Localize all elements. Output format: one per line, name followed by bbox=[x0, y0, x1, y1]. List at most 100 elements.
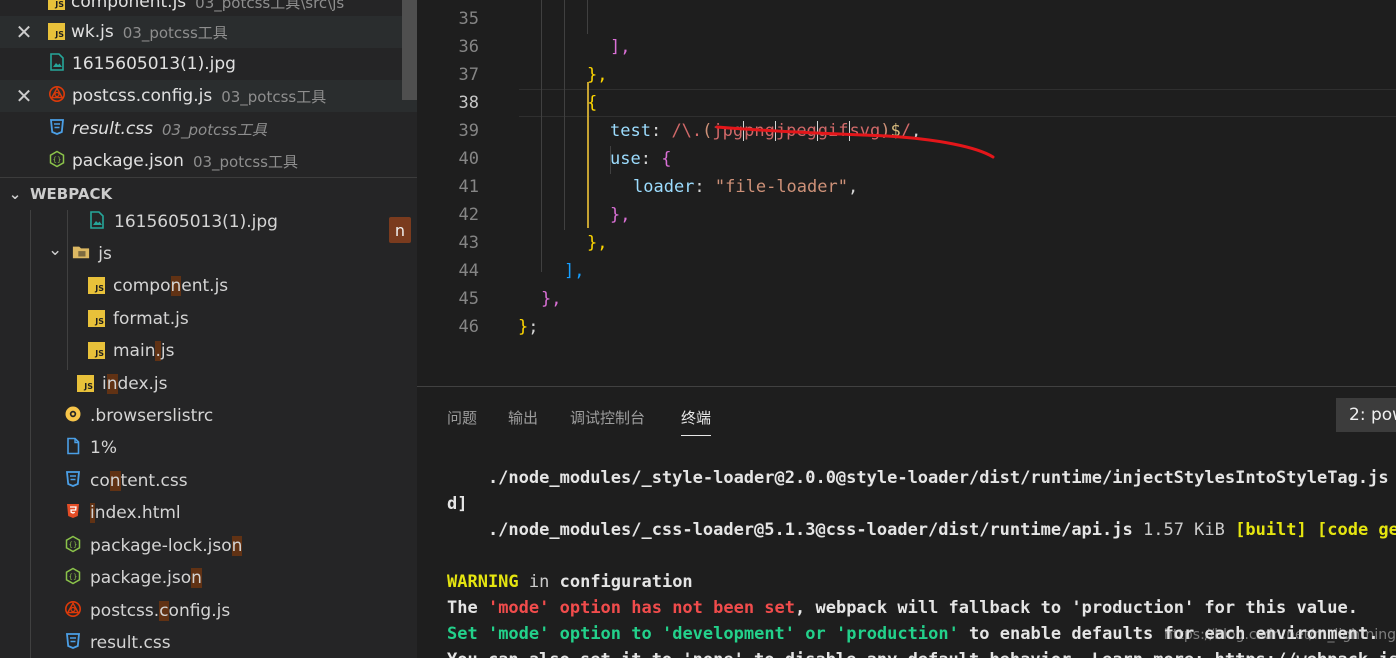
tree-item[interactable]: index.html bbox=[64, 497, 181, 529]
terminal-text: 'mode' bbox=[487, 598, 550, 618]
json-icon: {} bbox=[64, 535, 82, 558]
indent-guide bbox=[67, 210, 68, 370]
js-icon: JS bbox=[88, 309, 105, 329]
vscode-window: JS component.js 03_potcss工具\src\js ✕ JS wk.js… bbox=[0, 0, 1396, 658]
terminal-text: ./node_modules/_css-loader@5.1.3@css-loa… bbox=[447, 520, 1133, 540]
file-icon bbox=[64, 437, 82, 460]
close-icon[interactable]: ✕ bbox=[0, 20, 38, 44]
open-editor-filename: package.json bbox=[72, 151, 184, 171]
explorer-sidebar: JS component.js 03_potcss工具\src\js ✕ JS wk.js… bbox=[0, 0, 417, 658]
tab-problems[interactable]: 问题 bbox=[447, 407, 477, 435]
terminal-text: configuration bbox=[559, 572, 693, 592]
svg-text:{}: {} bbox=[69, 541, 78, 549]
open-editor-item[interactable]: ✕ JS wk.js 03_potcss工具 bbox=[0, 16, 417, 48]
image-icon bbox=[48, 52, 66, 76]
tree-item[interactable]: JS index.js bbox=[77, 368, 168, 400]
tree-item[interactable]: .browserslistrc bbox=[64, 400, 213, 432]
terminal-text: or bbox=[795, 624, 836, 644]
red-annotation-stroke bbox=[715, 125, 995, 159]
js-icon: JS bbox=[88, 341, 105, 361]
open-editor-path: 03_potcss工具 bbox=[192, 152, 298, 171]
chevron-down-icon: ⌄ bbox=[8, 185, 22, 203]
terminal-text: 1.57 KiB bbox=[1132, 520, 1236, 540]
open-editor-filename: 1615605013(1).jpg bbox=[72, 54, 236, 74]
terminal-select[interactable]: 2: powershell bbox=[1336, 398, 1396, 432]
tab-output[interactable]: 输出 bbox=[508, 407, 538, 435]
open-editor-filename: wk.js bbox=[71, 22, 114, 42]
tree-item-label: package.json bbox=[90, 568, 202, 588]
git-status-badge: n bbox=[389, 217, 411, 243]
tree-item[interactable]: result.css bbox=[64, 627, 171, 658]
terminal-text: WARNING bbox=[447, 572, 519, 592]
tree-item[interactable]: 1615605013(1).jpg bbox=[88, 206, 278, 238]
terminal-text: option to bbox=[549, 624, 662, 644]
tree-item[interactable]: JS main.js bbox=[88, 335, 174, 367]
tree-item-label: index.js bbox=[102, 374, 168, 394]
json-icon: {} bbox=[64, 567, 82, 590]
html-icon bbox=[64, 502, 82, 525]
terminal-output[interactable]: ./node_modules/_style-loader@2.0.0@style… bbox=[447, 465, 1396, 658]
open-editor-item[interactable]: {} package.json 03_potcss工具 bbox=[0, 145, 417, 177]
tree-item[interactable]: JS format.js bbox=[88, 303, 189, 335]
css-icon bbox=[64, 470, 82, 493]
terminal-text: 'production' bbox=[835, 624, 959, 644]
chevron-down-icon: ⌄ bbox=[48, 240, 63, 260]
tree-item-label: content.css bbox=[90, 471, 188, 491]
open-editor-path: 03_potcss工具\src\js bbox=[195, 0, 345, 12]
terminal-text: Set bbox=[447, 624, 488, 644]
tree-item-label: 1615605013(1).jpg bbox=[114, 212, 278, 232]
open-editors-scrollbar[interactable] bbox=[402, 0, 417, 100]
terminal-text: , webpack will fallback to 'production' … bbox=[795, 598, 1358, 618]
tree-item-label: 1% bbox=[90, 438, 117, 458]
open-editor-filename: result.css bbox=[72, 119, 153, 139]
tree-item-label: package-lock.json bbox=[90, 536, 243, 556]
tree-item-label: format.js bbox=[113, 309, 189, 329]
tree-item-label: index.html bbox=[90, 503, 181, 523]
terminal-text: [built] bbox=[1235, 520, 1307, 540]
postcss-icon bbox=[64, 600, 82, 623]
tree-item[interactable]: {} package-lock.json bbox=[64, 530, 243, 562]
tree-item[interactable]: content.css bbox=[64, 465, 188, 497]
terminal-text: [code generated] bbox=[1317, 520, 1396, 540]
section-title: WEBPACK bbox=[30, 185, 113, 203]
js-icon: JS bbox=[77, 374, 94, 394]
code-editor[interactable]: 35 36 37 38 39 40 41 42 43 44 45 46 ], }, { test: /… bbox=[417, 0, 1396, 386]
tree-item[interactable]: {} package.json bbox=[64, 562, 202, 594]
svg-text:{}: {} bbox=[69, 573, 78, 581]
js-icon: JS bbox=[48, 0, 65, 12]
tree-item-label: component.js bbox=[113, 276, 229, 296]
tab-terminal[interactable]: 终端 bbox=[681, 407, 712, 436]
tree-item[interactable]: postcss.config.js bbox=[64, 595, 230, 627]
terminal-line: WARNING in configuration bbox=[447, 569, 693, 595]
open-editor-item[interactable]: 1615605013(1).jpg bbox=[0, 48, 417, 80]
terminal-text: The bbox=[447, 598, 488, 618]
browserslist-icon bbox=[64, 405, 82, 428]
open-editor-path: 03_potcss工具 bbox=[122, 23, 228, 42]
open-editor-item[interactable]: ✕ postcss.config.js 03_potcss工具 bbox=[0, 80, 417, 112]
css-icon bbox=[48, 118, 66, 141]
tree-item-label: postcss.config.js bbox=[90, 601, 231, 621]
terminal-text: 'mode' bbox=[487, 624, 550, 644]
terminal-line: ./node_modules/_css-loader@5.1.3@css-loa… bbox=[447, 517, 1396, 543]
tree-item[interactable]: ⌄ js bbox=[48, 238, 112, 270]
open-editor-filename: postcss.config.js bbox=[72, 86, 213, 106]
json-icon: {} bbox=[48, 150, 66, 173]
tree-item-label: main.js bbox=[113, 341, 175, 361]
tab-debug-console[interactable]: 调试控制台 bbox=[570, 407, 645, 435]
postcss-icon bbox=[48, 85, 66, 108]
close-icon[interactable]: ✕ bbox=[0, 84, 38, 108]
tree-item-label: js bbox=[98, 244, 112, 264]
open-editor-path: 03_potcss工具 bbox=[161, 120, 267, 139]
open-editors-list: JS component.js 03_potcss工具\src\js ✕ JS wk.js… bbox=[0, 0, 417, 176]
watermark: https://blog.csdn.net/m_lightning bbox=[1164, 627, 1396, 643]
bottom-panel: 问题 输出 调试控制台 终端 2: powershell ./node_modu… bbox=[417, 386, 1396, 658]
tree-item[interactable]: 1% bbox=[64, 432, 117, 464]
tree-item-label: result.css bbox=[90, 633, 171, 653]
terminal-line: d] bbox=[447, 494, 468, 514]
tree-item[interactable]: JS component.js bbox=[88, 270, 228, 302]
tree-item-label: .browserslistrc bbox=[90, 406, 214, 426]
terminal-line: The 'mode' option has not been set, webp… bbox=[447, 595, 1358, 621]
terminal-text: in bbox=[518, 572, 560, 592]
open-editor-item[interactable]: result.css 03_potcss工具 bbox=[0, 113, 417, 145]
terminal-line: You can also set it to 'none' to disable… bbox=[447, 647, 1396, 658]
